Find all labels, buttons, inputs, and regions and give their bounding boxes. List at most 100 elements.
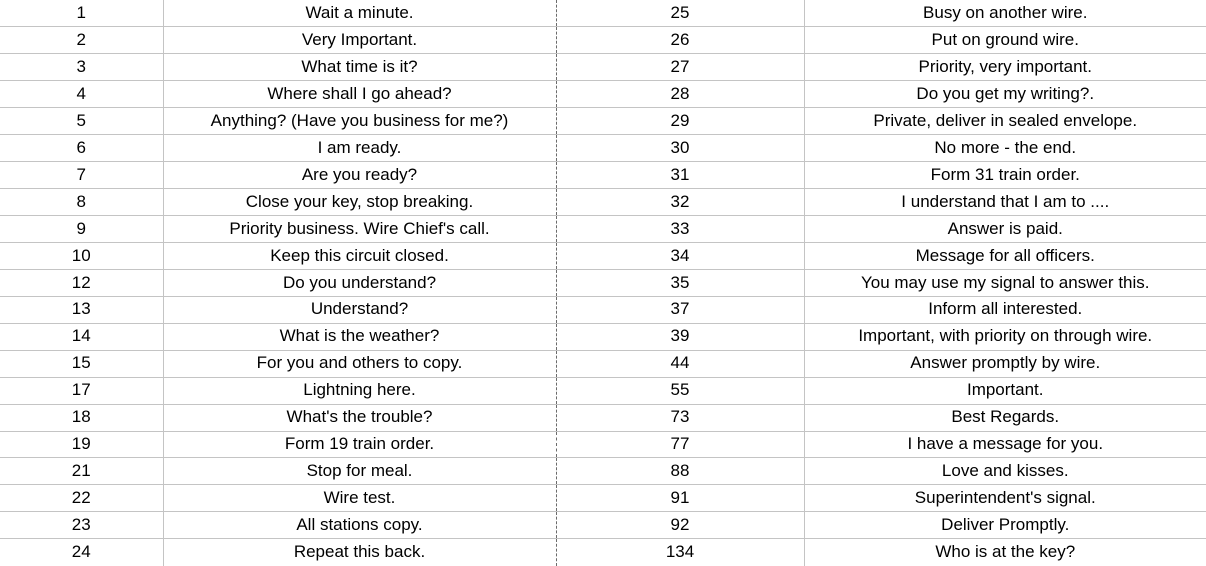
table-row[interactable]: 10 Keep this circuit closed. 34 Message for…	[0, 241, 1206, 270]
cell-code-number-right[interactable]: 33	[556, 215, 805, 243]
cell-code-meaning-right[interactable]: I have a message for you.	[804, 430, 1206, 459]
cell-code-number-left[interactable]: 14	[0, 322, 164, 351]
table-row[interactable]: 15 For you and others to copy. 44 Answer pr…	[0, 349, 1206, 378]
cell-code-number-left[interactable]: 13	[0, 295, 164, 324]
cell-code-meaning-right[interactable]: I understand that I am to ....	[804, 188, 1206, 216]
cell-code-meaning-right[interactable]: Important, with priority on through wire…	[804, 322, 1206, 351]
cell-code-number-right[interactable]: 77	[556, 430, 805, 459]
cell-code-meaning-right[interactable]: You may use my signal to answer this.	[804, 268, 1206, 297]
cell-code-meaning-right[interactable]: Deliver Promptly.	[804, 511, 1206, 540]
cell-code-meaning-left[interactable]: Priority business. Wire Chief's call.	[163, 215, 557, 243]
cell-code-number-right[interactable]: 26	[556, 26, 805, 55]
cell-code-number-right[interactable]: 30	[556, 134, 805, 163]
cell-code-number-right[interactable]: 134	[556, 538, 805, 566]
cell-code-meaning-right[interactable]: Private, deliver in sealed envelope.	[804, 107, 1206, 136]
cell-code-meaning-right[interactable]: No more - the end.	[804, 134, 1206, 163]
cell-code-meaning-right[interactable]: Love and kisses.	[804, 457, 1206, 486]
table-row[interactable]: 5 Anything? (Have you business for me?) 29…	[0, 107, 1206, 136]
table-row[interactable]: 8 Close your key, stop breaking. 32 I under…	[0, 188, 1206, 216]
cell-code-number-left[interactable]: 5	[0, 107, 164, 136]
table-row[interactable]: 23 All stations copy. 92 Deliver Promptly.	[0, 511, 1206, 540]
cell-code-number-right[interactable]: 25	[556, 0, 805, 28]
cell-code-number-left[interactable]: 15	[0, 349, 164, 378]
cell-code-meaning-left[interactable]: Lightning here.	[163, 376, 557, 405]
table-row[interactable]: 17 Lightning here. 55 Important.	[0, 376, 1206, 405]
cell-code-meaning-left[interactable]: Close your key, stop breaking.	[163, 188, 557, 216]
cell-code-number-right[interactable]: 28	[556, 80, 805, 109]
cell-code-meaning-left[interactable]: Very Important.	[163, 26, 557, 55]
cell-code-meaning-right[interactable]: Answer is paid.	[804, 215, 1206, 243]
cell-code-number-left[interactable]: 3	[0, 53, 164, 82]
cell-code-number-left[interactable]: 18	[0, 403, 164, 432]
table-row[interactable]: 7 Are you ready? 31 Form 31 train order.	[0, 161, 1206, 190]
cell-code-meaning-left[interactable]: Understand?	[163, 295, 557, 324]
cell-code-number-right[interactable]: 34	[556, 241, 805, 270]
cell-code-meaning-right[interactable]: Busy on another wire.	[804, 0, 1206, 28]
table-row[interactable]: 21 Stop for meal. 88 Love and kisses.	[0, 457, 1206, 486]
cell-code-meaning-left[interactable]: Wire test.	[163, 484, 557, 513]
cell-code-number-right[interactable]: 39	[556, 322, 805, 351]
cell-code-meaning-left[interactable]: All stations copy.	[163, 511, 557, 540]
cell-code-meaning-right[interactable]: Who is at the key?	[804, 538, 1206, 566]
cell-code-meaning-left[interactable]: What's the trouble?	[163, 403, 557, 432]
cell-code-meaning-left[interactable]: Anything? (Have you business for me?)	[163, 107, 557, 136]
cell-code-meaning-right[interactable]: Do you get my writing?.	[804, 80, 1206, 109]
table-row[interactable]: 3 What time is it? 27 Priority, very import…	[0, 53, 1206, 82]
cell-code-number-right[interactable]: 91	[556, 484, 805, 513]
table-row[interactable]: 4 Where shall I go ahead? 28 Do you get my …	[0, 80, 1206, 109]
cell-code-meaning-left[interactable]: Repeat this back.	[163, 538, 557, 566]
cell-code-number-right[interactable]: 35	[556, 268, 805, 297]
cell-code-number-left[interactable]: 17	[0, 376, 164, 405]
cell-code-number-right[interactable]: 27	[556, 53, 805, 82]
table-row[interactable]: 9 Priority business. Wire Chief's call. 33…	[0, 215, 1206, 243]
cell-code-number-right[interactable]: 88	[556, 457, 805, 486]
cell-code-meaning-left[interactable]: For you and others to copy.	[163, 349, 557, 378]
cell-code-meaning-right[interactable]: Inform all interested.	[804, 295, 1206, 324]
cell-code-meaning-left[interactable]: Keep this circuit closed.	[163, 241, 557, 270]
cell-code-meaning-left[interactable]: Do you understand?	[163, 268, 557, 297]
cell-code-number-right[interactable]: 44	[556, 349, 805, 378]
table-row[interactable]: 19 Form 19 train order. 77 I have a message…	[0, 430, 1206, 459]
cell-code-meaning-left[interactable]: What time is it?	[163, 53, 557, 82]
cell-code-meaning-right[interactable]: Important.	[804, 376, 1206, 405]
cell-code-number-left[interactable]: 4	[0, 80, 164, 109]
cell-code-meaning-left[interactable]: I am ready.	[163, 134, 557, 163]
cell-code-meaning-right[interactable]: Answer promptly by wire.	[804, 349, 1206, 378]
cell-code-meaning-right[interactable]: Priority, very important.	[804, 53, 1206, 82]
cell-code-meaning-right[interactable]: Message for all officers.	[804, 241, 1206, 270]
table-row[interactable]: 1 Wait a minute. 25 Busy on another wire.	[0, 0, 1206, 28]
cell-code-number-left[interactable]: 21	[0, 457, 164, 486]
cell-code-number-left[interactable]: 12	[0, 268, 164, 297]
table-row[interactable]: 6I am ready. 30 No more - the end.	[0, 134, 1206, 163]
table-row[interactable]: 2 Very Important. 26 Put on ground wire.	[0, 26, 1206, 55]
cell-code-number-left[interactable]: 8	[0, 188, 164, 216]
cell-code-meaning-right[interactable]: Form 31 train order.	[804, 161, 1206, 190]
cell-code-meaning-left[interactable]: Are you ready?	[163, 161, 557, 190]
cell-code-meaning-left[interactable]: Stop for meal.	[163, 457, 557, 486]
cell-code-meaning-left[interactable]: Where shall I go ahead?	[163, 80, 557, 109]
cell-code-number-left[interactable]: 6	[0, 134, 164, 163]
cell-code-number-left[interactable]: 2	[0, 26, 164, 55]
table-row[interactable]: 14 What is the weather? 39 Important, with …	[0, 322, 1206, 351]
cell-code-number-right[interactable]: 32	[556, 188, 805, 216]
cell-code-number-left[interactable]: 1	[0, 0, 164, 28]
cell-code-number-left[interactable]: 10	[0, 241, 164, 270]
table-row[interactable]: 13 Understand? 37 Inform all interested.	[0, 295, 1206, 324]
cell-code-number-left[interactable]: 22	[0, 484, 164, 513]
cell-code-meaning-right[interactable]: Superintendent's signal.	[804, 484, 1206, 513]
cell-code-meaning-left[interactable]: Wait a minute.	[163, 0, 557, 28]
cell-code-meaning-right[interactable]: Best Regards.	[804, 403, 1206, 432]
cell-code-meaning-left[interactable]: Form 19 train order.	[163, 430, 557, 459]
cell-code-number-left[interactable]: 23	[0, 511, 164, 540]
table-row[interactable]: 12 Do you understand? 35 You may use my sig…	[0, 268, 1206, 297]
cell-code-meaning-left[interactable]: What is the weather?	[163, 322, 557, 351]
cell-code-meaning-right[interactable]: Put on ground wire.	[804, 26, 1206, 55]
cell-code-number-right[interactable]: 55	[556, 376, 805, 405]
cell-code-number-left[interactable]: 24	[0, 538, 164, 566]
table-row[interactable]: 22 Wire test. 91 Superintendent's signal.	[0, 484, 1206, 513]
cell-code-number-left[interactable]: 19	[0, 430, 164, 459]
cell-code-number-right[interactable]: 73	[556, 403, 805, 432]
cell-code-number-left[interactable]: 9	[0, 215, 164, 243]
table-row[interactable]: 24 Repeat this back. 134 Who is at the key?	[0, 538, 1206, 566]
cell-code-number-right[interactable]: 31	[556, 161, 805, 190]
